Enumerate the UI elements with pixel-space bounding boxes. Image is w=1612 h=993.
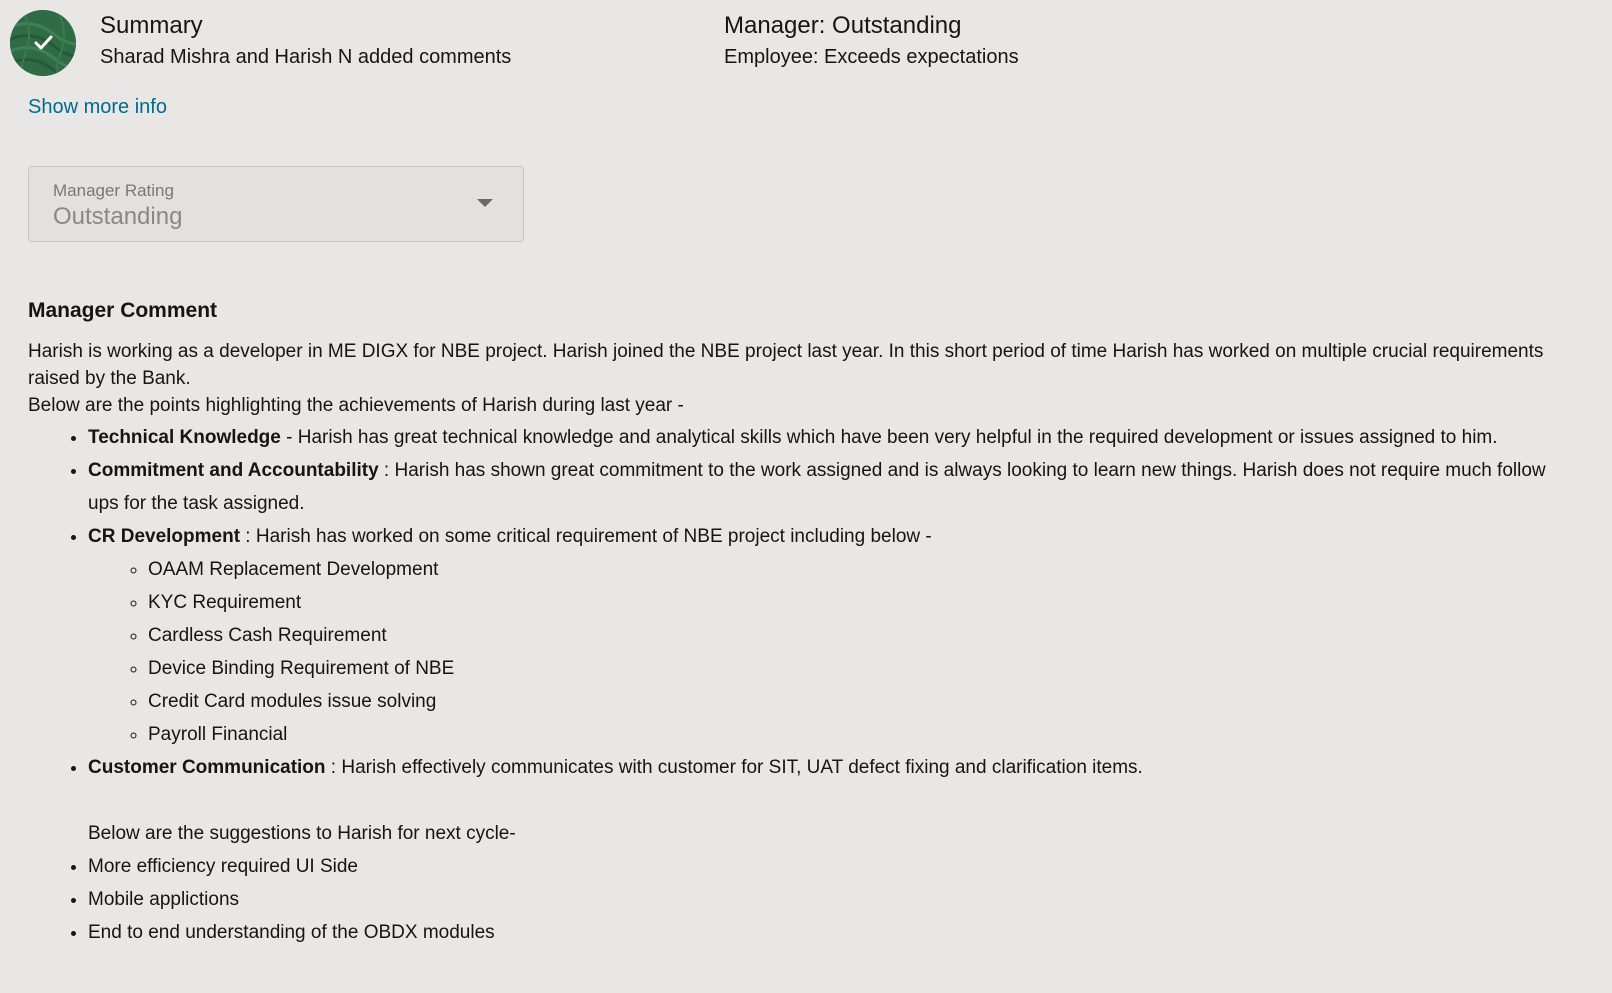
list-item: KYC Requirement (148, 586, 1558, 619)
achievement-list: Technical Knowledge - Harish has great t… (28, 421, 1558, 784)
list-item: Mobile applictions (88, 883, 1558, 916)
check-icon (34, 35, 53, 50)
suggestions-list: More efficiency required UI Side Mobile … (28, 850, 1558, 949)
cr-development-list: OAAM Replacement Development KYC Require… (88, 553, 1558, 751)
comment-achievements-intro: Below are the points highlighting the ac… (28, 395, 684, 416)
list-item: Payroll Financial (148, 718, 1558, 751)
list-item: OAAM Replacement Development (148, 553, 1558, 586)
point-text: : Harish has worked on some critical req… (240, 526, 932, 547)
manager-rating-value: Outstanding (53, 203, 183, 230)
point-title: Technical Knowledge (88, 427, 281, 448)
manager-rating-label: Manager Rating (53, 181, 174, 200)
employee-rating-summary: Employee: Exceeds expectations (724, 46, 1019, 68)
point-text: : Harish effectively communicates with c… (325, 757, 1143, 778)
manager-rating-select[interactable]: Manager Rating Outstanding (28, 166, 524, 242)
point-title: Customer Communication (88, 757, 326, 778)
list-item: Commitment and Accountability : Harish h… (88, 454, 1558, 520)
list-item: Cardless Cash Requirement (148, 619, 1558, 652)
list-item: End to end understanding of the OBDX mod… (88, 916, 1558, 949)
manager-comment-heading: Manager Comment (28, 299, 218, 322)
list-item: CR Development : Harish has worked on so… (88, 520, 1558, 751)
list-item: Customer Communication : Harish effectiv… (88, 751, 1558, 784)
show-more-info-link[interactable]: Show more info (28, 96, 167, 119)
manager-comment-body: Harish is working as a developer in ME D… (28, 338, 1558, 949)
list-item: More efficiency required UI Side (88, 850, 1558, 883)
point-text: - Harish has great technical knowledge a… (280, 427, 1498, 448)
list-item: Credit Card modules issue solving (148, 685, 1558, 718)
point-title: Commitment and Accountability (88, 460, 379, 481)
chevron-down-icon[interactable] (477, 199, 493, 207)
summary-title: Summary (100, 12, 203, 39)
list-item: Device Binding Requirement of NBE (148, 652, 1558, 685)
point-title: CR Development (88, 526, 241, 547)
summary-header: Summary Sharad Mishra and Harish N added… (10, 10, 1600, 76)
list-item: Technical Knowledge - Harish has great t… (88, 421, 1558, 454)
comment-intro: Harish is working as a developer in ME D… (28, 341, 1544, 389)
summary-subtitle: Sharad Mishra and Harish N added comment… (100, 46, 512, 68)
manager-rating-summary: Manager: Outstanding (724, 12, 962, 39)
suggestions-intro: Below are the suggestions to Harish for … (88, 823, 516, 844)
completed-status-avatar (10, 10, 76, 76)
